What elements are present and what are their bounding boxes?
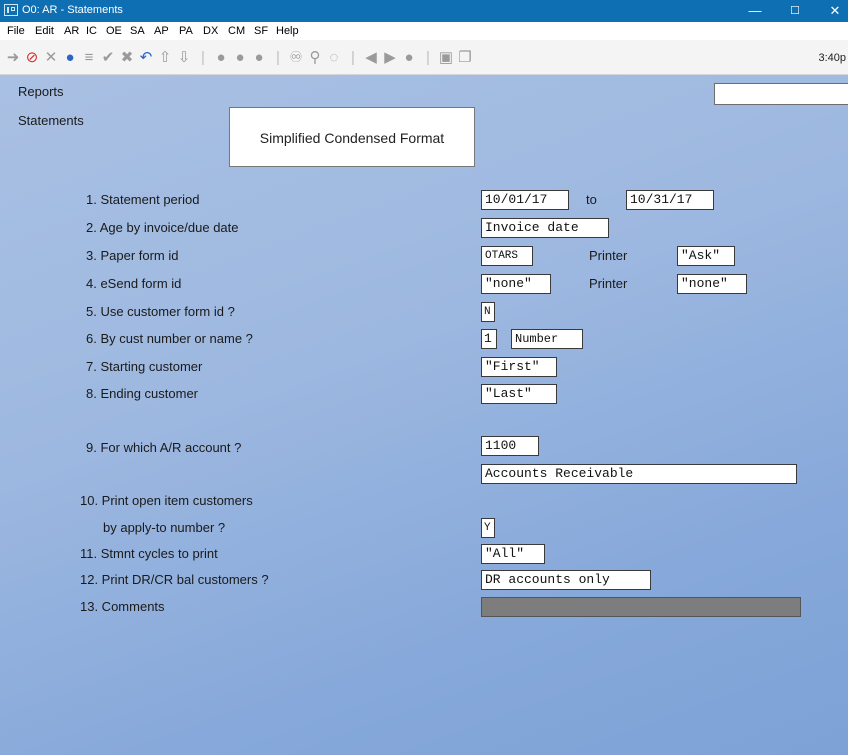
menu-file[interactable]: File — [7, 25, 25, 37]
x-icon[interactable]: ✖ — [119, 50, 135, 65]
age-by-field[interactable]: Invoice date — [481, 218, 609, 238]
window-title: O0: AR - Statements — [22, 4, 123, 16]
menu-cm[interactable]: CM — [228, 25, 245, 37]
toolbar-separator: | — [351, 49, 355, 66]
menu-dx[interactable]: DX — [203, 25, 218, 37]
ar-account-label: 9. For which A/R account ? — [86, 440, 242, 455]
arrow-right-icon[interactable]: ➜ — [5, 50, 21, 65]
menu-ic[interactable]: IC — [86, 25, 97, 37]
stmnt-cycles-label: 11. Stmnt cycles to print — [80, 546, 218, 561]
close-button[interactable]: ✕ — [815, 0, 848, 22]
menu-edit[interactable]: Edit — [35, 25, 54, 37]
comments-label: 13. Comments — [80, 599, 165, 614]
stop-icon[interactable]: ⊘ — [24, 50, 40, 65]
clock: 3:40p — [818, 52, 846, 64]
ending-customer-field[interactable]: "Last" — [481, 384, 557, 404]
stmnt-cycles-field[interactable]: "All" — [481, 544, 545, 564]
menu-ap[interactable]: AP — [154, 25, 169, 37]
minimize-button[interactable]: — — [735, 0, 775, 22]
starting-customer-label: 7. Starting customer — [86, 359, 203, 374]
statement-period-from-field[interactable]: 10/01/17 — [481, 190, 569, 210]
esend-printer-field[interactable]: "none" — [677, 274, 747, 294]
search-icon[interactable]: ⚲ — [307, 50, 323, 65]
next-icon[interactable]: ▶ — [382, 50, 398, 65]
paper-form-id-label: 3. Paper form id — [86, 248, 179, 263]
nav-reports: Reports — [18, 84, 64, 99]
menu-sa[interactable]: SA — [130, 25, 145, 37]
toolbar: ➜ ⊘ ✕ ● ≡ ✔ ✖ ↶ ⇧ ⇩ | ● ● ● | ♾ ⚲ ◌ | ◀ … — [0, 40, 848, 75]
print-open-item-label: 10. Print open item customers — [80, 493, 253, 508]
tools-icon[interactable]: ✕ — [43, 50, 59, 65]
check-icon[interactable]: ✔ — [100, 50, 116, 65]
to-label: to — [586, 192, 597, 207]
by-cust-number-label: 6. By cust number or name ? — [86, 331, 253, 346]
by-cust-number-desc: Number — [511, 329, 583, 349]
use-customer-form-id-label: 5. Use customer form id ? — [86, 304, 235, 319]
circle-1-icon[interactable]: ● — [213, 50, 229, 65]
menu-pa[interactable]: PA — [179, 25, 193, 37]
starting-customer-field[interactable]: "First" — [481, 357, 557, 377]
refresh-icon[interactable]: ◌ — [326, 50, 342, 65]
statement-period-label: 1. Statement period — [86, 192, 200, 207]
circle-2-icon[interactable]: ● — [232, 50, 248, 65]
esend-form-id-field[interactable]: "none" — [481, 274, 551, 294]
ending-customer-label: 8. Ending customer — [86, 386, 199, 401]
dr-cr-bal-field[interactable]: DR accounts only — [481, 570, 651, 590]
age-by-label: 2. Age by invoice/due date — [86, 220, 239, 235]
prev-icon[interactable]: ◀ — [363, 50, 379, 65]
record-icon[interactable]: ● — [62, 50, 78, 65]
paper-printer-label: Printer — [589, 248, 628, 263]
app-icon — [4, 4, 18, 16]
toolbar-separator: | — [201, 49, 205, 66]
menu-sf[interactable]: SF — [254, 25, 268, 37]
list-icon[interactable]: ≡ — [81, 50, 97, 65]
apply-to-number-label: by apply-to number ? — [103, 520, 226, 535]
use-customer-form-id-field[interactable]: N — [481, 302, 495, 322]
esend-printer-label: Printer — [589, 276, 628, 291]
menu-help[interactable]: Help — [276, 25, 299, 37]
dr-cr-bal-label: 12. Print DR/CR bal customers ? — [80, 572, 269, 587]
statement-period-to-field[interactable]: 10/31/17 — [626, 190, 714, 210]
menu-oe[interactable]: OE — [106, 25, 122, 37]
save-icon[interactable]: ▣ — [438, 50, 454, 65]
paper-printer-field[interactable]: "Ask" — [677, 246, 735, 266]
circle-3-icon[interactable]: ● — [251, 50, 267, 65]
comments-field[interactable] — [481, 597, 801, 617]
undo-icon[interactable]: ↶ — [138, 50, 154, 65]
down-icon[interactable]: ⇩ — [176, 50, 192, 65]
format-title-box: Simplified Condensed Format — [229, 107, 475, 167]
binoculars-icon[interactable]: ♾ — [288, 50, 304, 65]
esend-form-id-label: 4. eSend form id — [86, 276, 182, 291]
paper-form-id-field[interactable]: OTARS — [481, 246, 533, 266]
by-cust-number-field[interactable]: 1 — [481, 329, 497, 349]
up-icon[interactable]: ⇧ — [157, 50, 173, 65]
toolbar-separator: | — [276, 49, 280, 66]
ar-account-desc: Accounts Receivable — [481, 464, 797, 484]
apply-to-number-field[interactable]: Y — [481, 518, 495, 538]
menu-ar[interactable]: AR — [64, 25, 79, 37]
top-right-field[interactable] — [714, 83, 848, 105]
record-2-icon[interactable]: ● — [401, 50, 417, 65]
main-content: Reports Statements Simplified Condensed … — [0, 75, 848, 755]
nav-statements: Statements — [18, 113, 84, 128]
toolbar-separator: | — [426, 49, 430, 66]
menu-bar: File Edit AR IC OE SA AP PA DX CM SF Hel… — [0, 22, 848, 40]
maximize-button[interactable]: ☐ — [775, 0, 815, 22]
ar-account-field[interactable]: 1100 — [481, 436, 539, 456]
title-bar: O0: AR - Statements — ☐ ✕ — [0, 0, 848, 22]
copy-icon[interactable]: ❐ — [457, 50, 473, 65]
